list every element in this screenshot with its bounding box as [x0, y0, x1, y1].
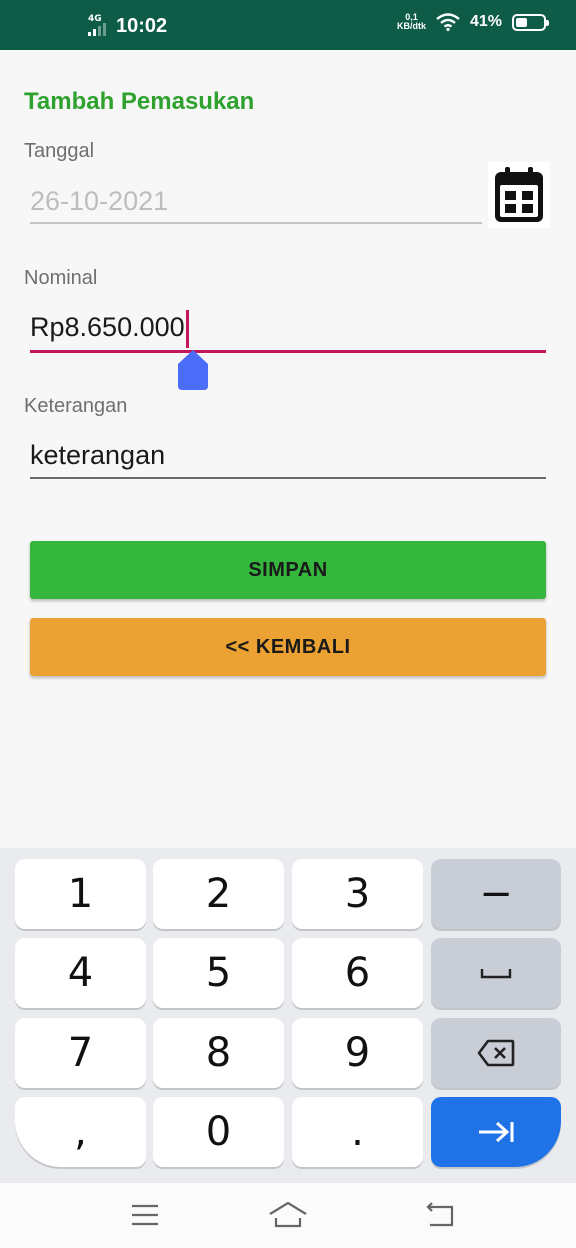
key-0[interactable]: 0: [153, 1097, 284, 1167]
key-8[interactable]: 8: [153, 1018, 284, 1088]
nominal-underline: [30, 350, 546, 353]
key-comma[interactable]: ,: [15, 1097, 146, 1167]
home-icon[interactable]: [268, 1201, 308, 1229]
wifi-icon: [436, 13, 460, 31]
back-icon[interactable]: [424, 1201, 456, 1229]
key-backspace[interactable]: [431, 1018, 561, 1088]
key-4[interactable]: 4: [15, 938, 146, 1008]
description-field[interactable]: keterangan: [30, 440, 165, 471]
space-icon: [480, 969, 512, 979]
menu-icon[interactable]: [130, 1201, 160, 1229]
nominal-label: Nominal: [24, 267, 98, 289]
speed-unit: KB/dtk: [396, 21, 426, 31]
backspace-icon: [477, 1039, 515, 1067]
page-title: Tambah Pemasukan: [24, 88, 255, 115]
status-right: 0,1 KB/dtk 41%: [397, 13, 549, 31]
next-icon: [479, 1121, 514, 1143]
key-9[interactable]: 9: [292, 1018, 423, 1088]
battery-percent: 41%: [469, 13, 502, 30]
date-picker-button[interactable]: [488, 162, 550, 228]
key-5[interactable]: 5: [153, 938, 284, 1008]
navigation-bar: [0, 1183, 576, 1248]
status-bar: 4G 10:02 0,1 KB/dtk 41%: [0, 0, 576, 50]
date-underline: [30, 222, 482, 224]
network-speed: 0,1 KB/dtk: [397, 13, 426, 31]
key-space[interactable]: [431, 938, 561, 1008]
date-field[interactable]: 26-10-2021: [30, 186, 168, 217]
key-3[interactable]: 3: [292, 859, 423, 929]
key-6[interactable]: 6: [292, 938, 423, 1008]
key-period[interactable]: .: [292, 1097, 423, 1167]
key-7[interactable]: 7: [15, 1018, 146, 1088]
battery-icon: [512, 13, 549, 31]
key-minus[interactable]: −: [431, 859, 561, 929]
numeric-keyboard: 1 2 3 − 4 5 6 7 8 9 , 0 .: [0, 848, 576, 1183]
text-cursor: [185, 310, 189, 348]
back-button[interactable]: << KEMBALI: [30, 618, 546, 676]
date-label: Tanggal: [24, 140, 95, 162]
key-next[interactable]: [431, 1097, 561, 1167]
key-2[interactable]: 2: [153, 859, 284, 929]
status-left: 4G 10:02: [86, 14, 167, 38]
description-underline: [30, 477, 546, 479]
calendar-icon: [495, 167, 543, 222]
cursor-handle[interactable]: [178, 350, 208, 390]
nominal-value: Rp8.650.000: [30, 312, 185, 343]
signal-icon: 4G: [86, 14, 110, 38]
save-button[interactable]: SIMPAN: [30, 541, 546, 599]
clock: 10:02: [116, 14, 168, 37]
key-1[interactable]: 1: [15, 859, 146, 929]
nominal-field[interactable]: Rp8.650.000: [30, 310, 189, 348]
description-label: Keterangan: [24, 395, 128, 417]
